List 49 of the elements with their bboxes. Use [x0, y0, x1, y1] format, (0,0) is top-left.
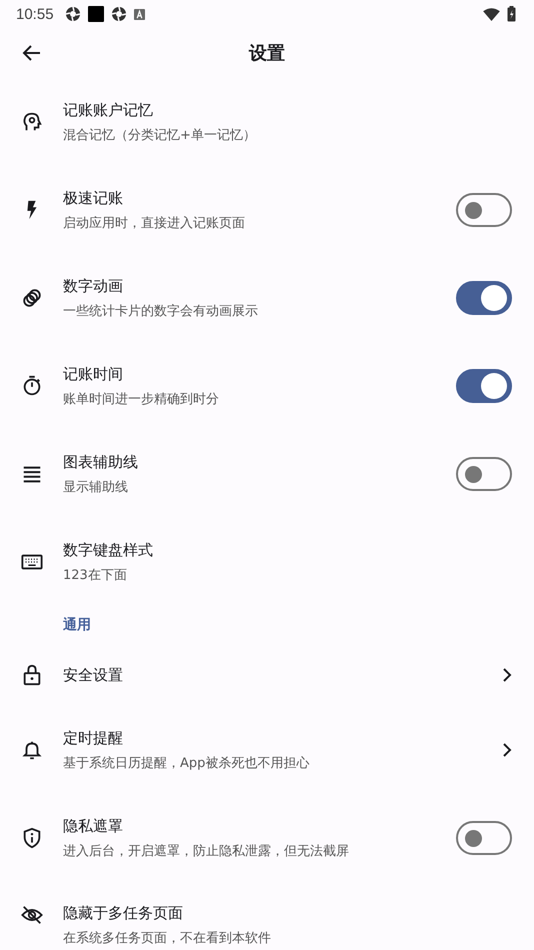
- toggle-switch[interactable]: [456, 457, 512, 491]
- head-gear-icon: [20, 111, 42, 133]
- item-title: 记账时间: [63, 364, 124, 384]
- item-title: 隐私遮罩: [63, 816, 124, 836]
- item-subtitle: 在系统多任务页面，不在看到本软件: [63, 930, 272, 947]
- item-title: 记账账户记忆: [63, 100, 154, 120]
- rings-icon: [20, 287, 42, 309]
- settings-item[interactable]: 隐私遮罩 进入后台，开启遮罩，防止隐私泄露，但无法截屏: [0, 794, 534, 882]
- item-subtitle: 一些统计卡片的数字会有动画展示: [63, 302, 259, 320]
- settings-item[interactable]: 数字键盘样式 123在下面: [0, 518, 534, 606]
- settings-item[interactable]: 数字动画 一些统计卡片的数字会有动画展示: [0, 254, 534, 342]
- aperture-icon: [110, 6, 127, 22]
- item-title: 隐藏于多任务页面: [63, 904, 184, 923]
- settings-item[interactable]: 极速记账 启动应用时，直接进入记账页面: [0, 166, 534, 254]
- section-header: 通用: [63, 616, 91, 634]
- wifi-icon: [483, 8, 500, 20]
- square-icon: [88, 6, 104, 22]
- letter-icon: [134, 8, 145, 20]
- item-title: 数字动画: [63, 276, 124, 296]
- page-title: 设置: [249, 42, 285, 65]
- item-subtitle: 基于系统日历提醒，App被杀死也不用担心: [63, 754, 310, 772]
- item-title: 数字键盘样式: [63, 540, 154, 560]
- item-subtitle: 混合记忆（分类记忆+单一记忆）: [63, 126, 257, 144]
- status-time: 10:55: [16, 6, 54, 22]
- item-subtitle: 进入后台，开启遮罩，防止隐私泄露，但无法截屏: [63, 842, 350, 860]
- item-title: 极速记账: [63, 188, 124, 208]
- item-subtitle: 显示辅助线: [63, 478, 129, 496]
- settings-item[interactable]: 隐藏于多任务页面 在系统多任务页面，不在看到本软件: [0, 882, 534, 950]
- toggle-switch[interactable]: [456, 821, 512, 855]
- item-subtitle: 账单时间进一步精确到时分: [63, 390, 220, 408]
- toggle-switch[interactable]: [456, 369, 512, 403]
- settings-item[interactable]: 记账时间 账单时间进一步精确到时分: [0, 342, 534, 430]
- item-subtitle: 123在下面: [63, 566, 128, 584]
- toggle-switch[interactable]: [456, 193, 512, 227]
- settings-item[interactable]: 图表辅助线 显示辅助线: [0, 430, 534, 518]
- toggle-switch[interactable]: [456, 281, 512, 315]
- aperture-icon: [64, 6, 81, 22]
- item-title: 定时提醒: [63, 728, 124, 748]
- eye-off-icon: [20, 904, 42, 926]
- bell-icon: [20, 739, 42, 761]
- battery-icon: [507, 6, 516, 22]
- chevron-icon: [502, 743, 512, 757]
- settings-item[interactable]: 记账账户记忆 混合记忆（分类记忆+单一记忆）: [0, 78, 534, 166]
- chevron-icon: [502, 668, 512, 682]
- item-title: 图表辅助线: [63, 452, 139, 472]
- settings-item[interactable]: 安全设置: [0, 644, 534, 706]
- item-title: 安全设置: [63, 666, 124, 684]
- settings-item[interactable]: 定时提醒 基于系统日历提醒，App被杀死也不用担心: [0, 706, 534, 794]
- item-subtitle: 启动应用时，直接进入记账页面: [63, 214, 246, 232]
